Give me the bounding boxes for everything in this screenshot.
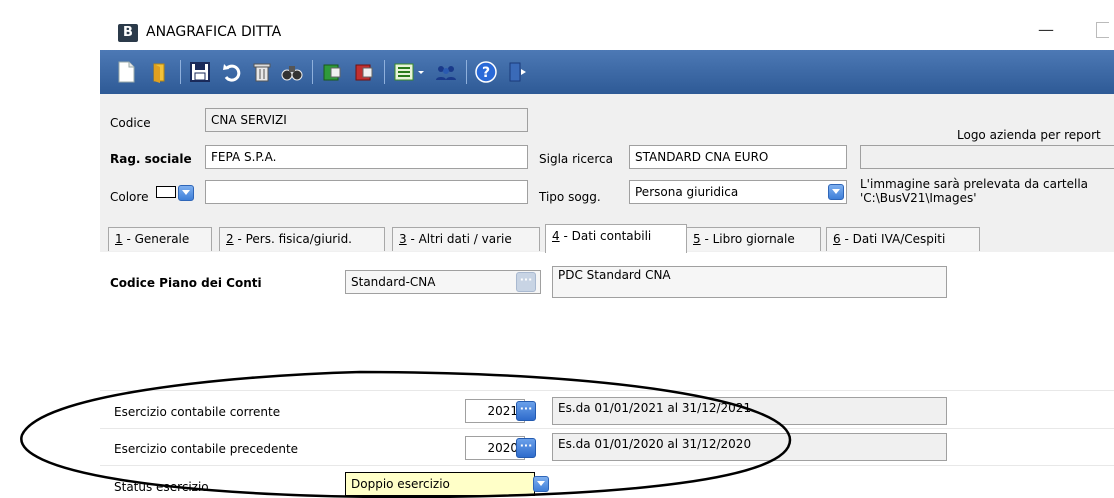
tab-generale[interactable]: 1 - Generale [108, 227, 212, 251]
sigla-field[interactable]: STANDARD CNA EURO [629, 145, 847, 169]
tipo-sogg-dropdown-button[interactable] [828, 184, 844, 200]
logo-field[interactable] [860, 145, 1114, 169]
status-esercizio-label: Status esercizio [114, 480, 209, 494]
logo-note: L'immagine sarà prelevata da cartella 'C… [860, 177, 1088, 205]
codice-label: Codice [110, 116, 151, 130]
piano-conti-description: PDC Standard CNA [552, 266, 947, 298]
tab-label: - Generale [122, 232, 190, 246]
tab-label: - Dati contabili [559, 229, 652, 243]
tab-label: - Dati IVA/Cespiti [840, 232, 946, 246]
sigla-label: Sigla ricerca [539, 152, 613, 166]
logo-note-line1: L'immagine sarà prelevata da cartella [860, 177, 1089, 191]
colore-label: Colore [110, 190, 149, 204]
find-icon[interactable] [280, 60, 304, 84]
tab-label: - Altri dati / varie [406, 232, 512, 246]
status-esercizio-select[interactable]: Doppio esercizio [345, 472, 535, 496]
list-options-icon[interactable] [392, 60, 428, 84]
color-swatch[interactable] [156, 186, 176, 198]
svg-text:?: ? [482, 65, 490, 81]
tab-dati-iva[interactable]: 6 - Dati IVA/Cespiti [826, 227, 980, 251]
tab-pers-fisica[interactable]: 2 - Pers. fisica/giurid. [219, 227, 385, 251]
book-red-icon[interactable] [352, 60, 376, 84]
app-window: B ANAGRAFICA DITTA — ? Codice CNA SERVIZ… [100, 0, 1114, 498]
codice-field[interactable]: CNA SERVIZI [205, 108, 528, 132]
tipo-sogg-select[interactable]: Persona giuridica [629, 180, 847, 204]
rag-sociale-label: Rag. sociale [110, 152, 192, 166]
piano-conti-lookup-button[interactable]: ··· [516, 272, 536, 292]
delete-icon[interactable] [250, 60, 274, 84]
colore-field[interactable] [205, 180, 528, 204]
open-folder-icon[interactable] [148, 60, 172, 84]
users-icon[interactable] [434, 60, 458, 84]
tab-key: 1 [115, 232, 123, 246]
esercizio-precedente-label: Esercizio contabile precedente [114, 442, 299, 456]
rag-sociale-field[interactable]: FEPA S.P.A. [205, 145, 528, 169]
esercizio-corrente-lookup-button[interactable]: ··· [516, 401, 536, 421]
toolbar: ? [100, 50, 1114, 94]
header-form: Codice CNA SERVIZI Rag. sociale FEPA S.P… [100, 94, 1114, 224]
save-icon[interactable] [188, 60, 212, 84]
esercizio-corrente-label: Esercizio contabile corrente [114, 405, 281, 419]
piano-conti-code-field[interactable]: Standard-CNA [345, 270, 541, 294]
tab-libro-giornale[interactable]: 5 - Libro giornale [686, 227, 821, 251]
book-green-icon[interactable] [320, 60, 344, 84]
tab-content: Codice Piano dei Conti Standard-CNA ··· … [100, 252, 1114, 498]
undo-icon[interactable] [220, 60, 244, 84]
esercizio-precedente-lookup-button[interactable]: ··· [516, 438, 536, 458]
status-esercizio-dropdown-button[interactable] [533, 476, 549, 492]
app-logo-icon: B [118, 24, 138, 42]
exit-icon[interactable] [506, 60, 530, 84]
tab-dati-contabili[interactable]: 4 - Dati contabili [545, 224, 687, 253]
color-dropdown-button[interactable] [178, 185, 194, 201]
tab-key: 2 [226, 232, 234, 246]
help-icon[interactable]: ? [474, 60, 498, 84]
tab-bar: 1 - Generale 2 - Pers. fisica/giurid. 3 … [100, 224, 1114, 253]
tab-key: 3 [399, 232, 407, 246]
esercizio-precedente-description: Es.da 01/01/2020 al 31/12/2020 [552, 433, 947, 461]
tab-altri-dati[interactable]: 3 - Altri dati / varie [392, 227, 540, 251]
window-title: ANAGRAFICA DITTA [146, 24, 282, 40]
tipo-sogg-label: Tipo sogg. [539, 190, 601, 204]
logo-label: Logo azienda per report [957, 128, 1101, 142]
tab-label: - Libro giornale [700, 232, 795, 246]
minimize-button[interactable]: — [1038, 20, 1054, 39]
title-bar: B ANAGRAFICA DITTA — [100, 0, 1114, 50]
maximize-button[interactable] [1096, 22, 1109, 38]
tab-label: - Pers. fisica/giurid. [233, 232, 352, 246]
logo-note-line2: 'C:\BusV21\Images' [860, 191, 977, 205]
tab-key: 6 [833, 232, 841, 246]
piano-conti-label: Codice Piano dei Conti [110, 276, 262, 290]
tab-key: 4 [552, 229, 560, 243]
new-document-icon[interactable] [114, 60, 138, 84]
esercizio-corrente-description: Es.da 01/01/2021 al 31/12/2021 [552, 397, 947, 425]
tab-key: 5 [693, 232, 701, 246]
